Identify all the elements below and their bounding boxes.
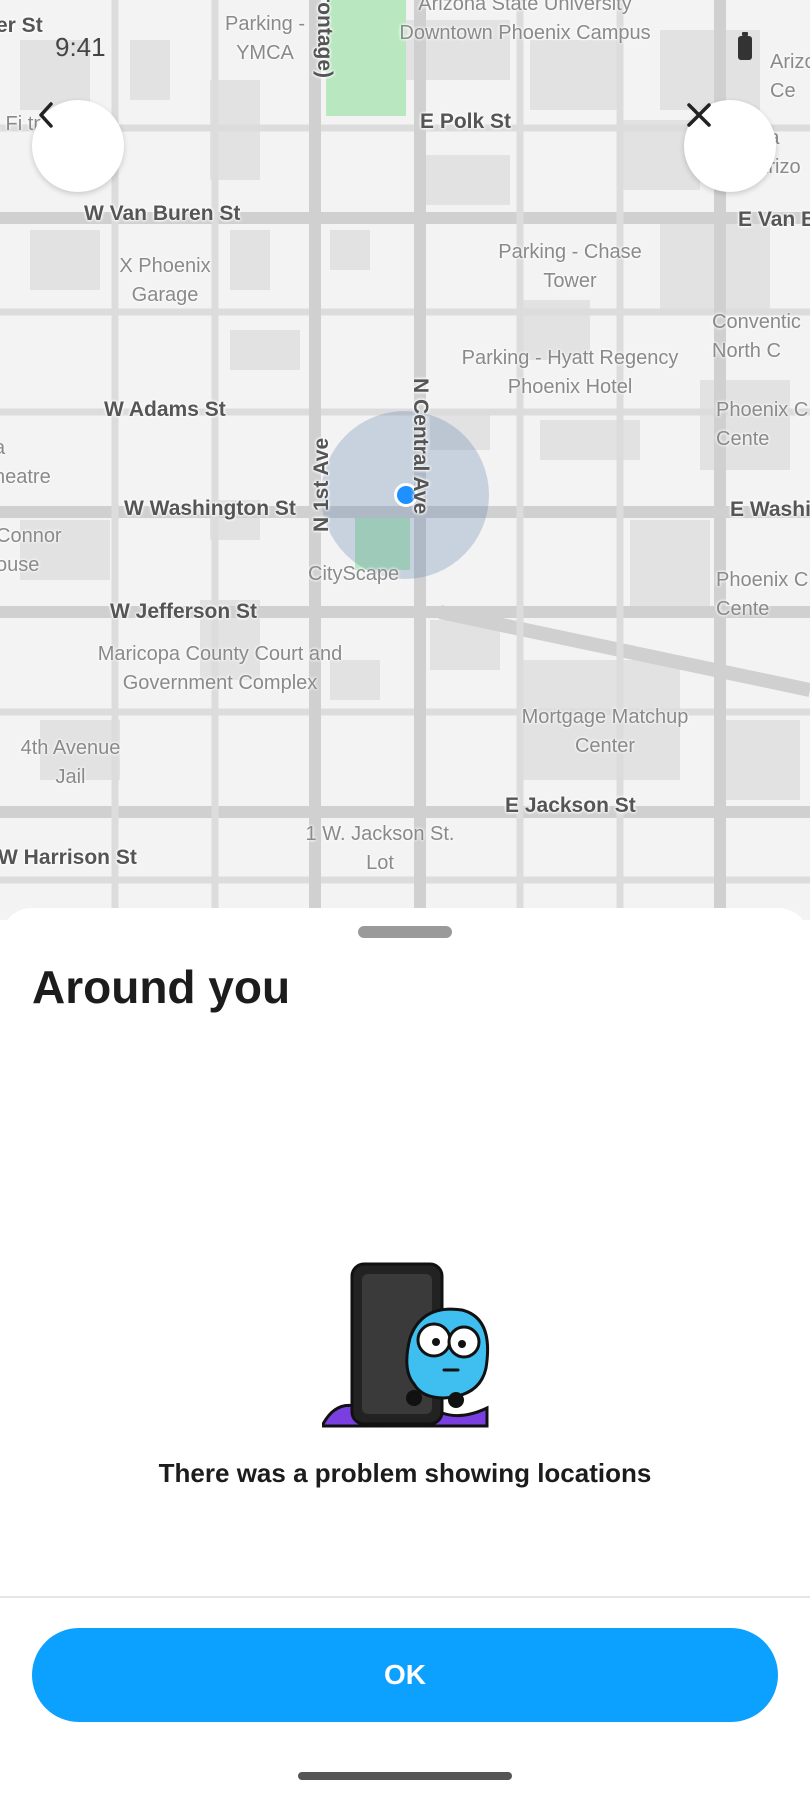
place-label: Arizo Ce [770,51,810,102]
place-label: a heatre [0,437,51,488]
street-label: er St [0,14,43,37]
street-label: E Polk St [420,110,512,133]
street-label: rontage) [313,0,336,78]
place-label: Arizona State University Downtown Phoeni… [399,0,651,44]
place-label: 4th Avenue Jail [20,737,121,788]
place-label: 1 W. Jackson St. Lot [305,823,455,874]
divider [0,1596,810,1598]
street-label: E Washi [730,498,810,521]
street-label: W Washington St [124,497,296,520]
street-label: E Van B [738,208,810,231]
street-label: N Central Ave [409,378,432,515]
battery-icon [738,32,752,60]
place-label: Maricopa County Court and Government Com… [97,643,343,694]
street-label: W Jefferson St [110,600,258,623]
ok-button[interactable]: OK [32,1628,778,1722]
status-time: 9:41 [55,32,106,62]
place-label: CityScape [308,563,400,585]
bottom-sheet: Around you There was a problem showing l… [0,908,810,1800]
street-label: W Harrison St [0,846,137,869]
street-label: W Adams St [104,398,226,421]
close-button[interactable] [684,100,776,192]
error-illustration [322,1262,490,1428]
error-message: There was a problem showing locations [158,1458,652,1488]
home-indicator[interactable] [298,1772,512,1780]
place-label: Conventic North C [712,311,801,362]
place-label: Phoenix C Cente [716,399,809,450]
street-label: E Jackson St [505,794,636,817]
street-label: W Van Buren St [84,202,241,225]
place-label: Parking - Hyatt Regency Phoenix Hotel [461,347,679,398]
place-label: Mortgage Matchup Center [521,706,689,757]
close-icon [687,103,711,127]
place-label: Connor ouse [0,525,62,576]
street-label: N 1st Ave [310,437,333,532]
place-label: X Phoenix Garage [119,255,211,306]
back-button[interactable] [32,100,124,192]
map-view[interactable]: Parking - YMCA Arizona State University … [0,0,810,920]
place-label: Parking - Chase Tower [498,241,642,292]
back-arrow-icon [39,102,53,128]
sheet-title: Around you [32,961,291,1013]
place-label: Parking - YMCA [224,13,306,64]
place-label: Phoenix C Cente [716,569,809,620]
sheet-drag-handle[interactable] [358,926,452,938]
